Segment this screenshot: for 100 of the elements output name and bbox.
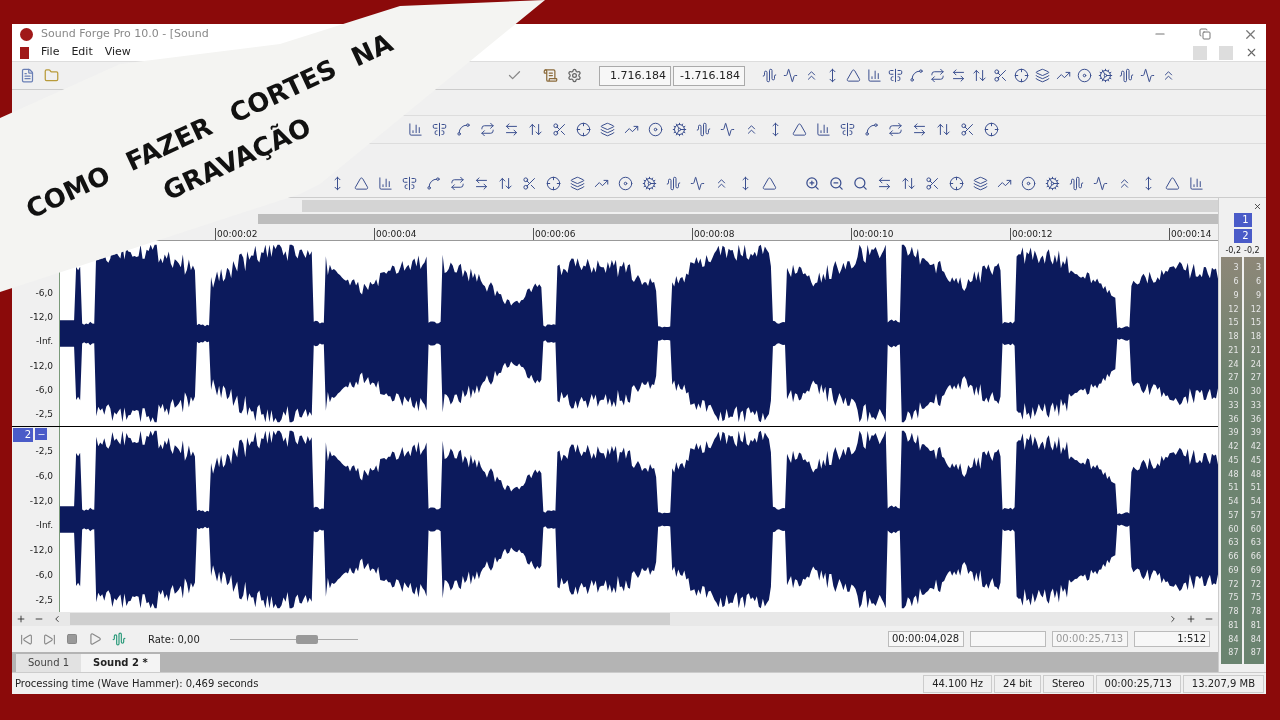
zoom-in-icon[interactable]	[1186, 614, 1196, 624]
up-down-arrows-icon[interactable]	[498, 176, 513, 191]
align-icon[interactable]	[840, 122, 855, 137]
layers-icon[interactable]	[973, 176, 988, 191]
up-down-arrows-icon[interactable]	[972, 68, 987, 83]
bar-chart-icon[interactable]	[378, 176, 393, 191]
time-field[interactable]: 00:00:04,028	[888, 631, 964, 647]
menu-item[interactable]: Edit	[71, 44, 93, 61]
scissors-icon[interactable]	[993, 68, 1008, 83]
horizontal-arrows-icon[interactable]	[504, 122, 519, 137]
menu-item[interactable]: View	[104, 44, 131, 61]
close-icon[interactable]	[1253, 202, 1262, 211]
loop-icon[interactable]	[480, 122, 495, 137]
up-down-arrows-icon[interactable]	[901, 176, 916, 191]
loop-icon[interactable]	[450, 176, 465, 191]
value-field[interactable]: -1.716.184	[673, 65, 745, 86]
layers-icon[interactable]	[600, 122, 615, 137]
meter-channel-button[interactable]: 2	[1233, 229, 1252, 243]
loop-icon[interactable]	[888, 122, 903, 137]
pulse-icon[interactable]	[1140, 68, 1155, 83]
waveform-icon[interactable]	[666, 176, 681, 191]
zoom-in-icon[interactable]	[16, 614, 26, 624]
menu-item[interactable]: File	[41, 44, 60, 61]
triangle-icon[interactable]	[762, 176, 777, 191]
triangle-icon[interactable]	[1165, 176, 1180, 191]
pulse-icon[interactable]	[720, 122, 735, 137]
layers-icon[interactable]	[570, 176, 585, 191]
scrollbar-thumb[interactable]	[70, 613, 670, 625]
disc-icon[interactable]	[1021, 176, 1036, 191]
play-icon[interactable]	[88, 632, 102, 646]
pulse-icon[interactable]	[1093, 176, 1108, 191]
document-tab[interactable]: Sound 1	[16, 654, 82, 672]
crosshair-icon[interactable]	[949, 176, 964, 191]
doc-close-icon[interactable]	[1245, 46, 1258, 59]
horizontal-arrows-icon[interactable]	[912, 122, 927, 137]
stop-icon[interactable]	[66, 633, 78, 645]
crosshair-icon[interactable]	[1014, 68, 1029, 83]
document-tab[interactable]: Sound 2 *	[81, 654, 160, 672]
curve-icon[interactable]	[456, 122, 471, 137]
search-icon[interactable]	[853, 176, 868, 191]
pulse-icon[interactable]	[690, 176, 705, 191]
bar-chart-icon[interactable]	[408, 122, 423, 137]
triangle-icon[interactable]	[846, 68, 861, 83]
crosshair-icon[interactable]	[576, 122, 591, 137]
time-field[interactable]: 1:512	[1134, 631, 1210, 647]
loop-icon[interactable]	[112, 632, 126, 646]
value-field[interactable]: 1.716.184	[599, 65, 671, 86]
bar-chart-icon[interactable]	[867, 68, 882, 83]
zoom-in-icon[interactable]	[805, 176, 820, 191]
horizontal-arrows-icon[interactable]	[951, 68, 966, 83]
curve-icon[interactable]	[864, 122, 879, 137]
align-icon[interactable]	[432, 122, 447, 137]
disc-icon[interactable]	[618, 176, 633, 191]
scissors-icon[interactable]	[960, 122, 975, 137]
triangle-icon[interactable]	[354, 176, 369, 191]
scissors-icon[interactable]	[925, 176, 940, 191]
crosshair-icon[interactable]	[546, 176, 561, 191]
gears-icon[interactable]	[672, 122, 687, 137]
time-field[interactable]	[970, 631, 1046, 647]
layers-icon[interactable]	[1035, 68, 1050, 83]
gears-icon[interactable]	[1045, 176, 1060, 191]
triangle-icon[interactable]	[792, 122, 807, 137]
scroll-icon[interactable]	[543, 68, 558, 83]
loop-icon[interactable]	[930, 68, 945, 83]
channel-collapse-button[interactable]	[35, 428, 47, 440]
pulse-icon[interactable]	[783, 68, 798, 83]
up-down-arrows-icon[interactable]	[528, 122, 543, 137]
meter-channel-button[interactable]: 1	[1233, 213, 1252, 227]
bar-chart-icon[interactable]	[1189, 176, 1204, 191]
waveform-icon[interactable]	[1119, 68, 1134, 83]
gears-icon[interactable]	[642, 176, 657, 191]
align-icon[interactable]	[888, 68, 903, 83]
horizontal-arrows-icon[interactable]	[474, 176, 489, 191]
scroll-left-icon[interactable]	[52, 614, 62, 624]
scissors-icon[interactable]	[552, 122, 567, 137]
crosshair-icon[interactable]	[984, 122, 999, 137]
curve-icon[interactable]	[426, 176, 441, 191]
curve-icon[interactable]	[909, 68, 924, 83]
new-file-icon[interactable]	[20, 68, 35, 83]
horizontal-arrows-icon[interactable]	[877, 176, 892, 191]
gears-icon[interactable]	[1098, 68, 1113, 83]
scissors-icon[interactable]	[522, 176, 537, 191]
disc-icon[interactable]	[648, 122, 663, 137]
disc-icon[interactable]	[1077, 68, 1092, 83]
skip-back-icon[interactable]	[20, 632, 33, 646]
up-down-arrows-icon[interactable]	[936, 122, 951, 137]
waveform-icon[interactable]	[1069, 176, 1084, 191]
align-icon[interactable]	[402, 176, 417, 191]
skip-forward-icon[interactable]	[43, 632, 56, 646]
rate-slider-thumb[interactable]	[296, 634, 319, 644]
gear-icon[interactable]	[567, 68, 582, 83]
restore-icon[interactable]	[1199, 28, 1211, 40]
waveform-icon[interactable]	[696, 122, 711, 137]
app-menu-icon[interactable]	[20, 46, 29, 59]
zoom-out-icon[interactable]	[829, 176, 844, 191]
scroll-right-icon[interactable]	[1168, 614, 1178, 624]
waveform-icon[interactable]	[762, 68, 777, 83]
scrollbar-track[interactable]	[302, 200, 1218, 212]
bar-chart-icon[interactable]	[816, 122, 831, 137]
channel-number-badge[interactable]: 2	[13, 428, 33, 442]
